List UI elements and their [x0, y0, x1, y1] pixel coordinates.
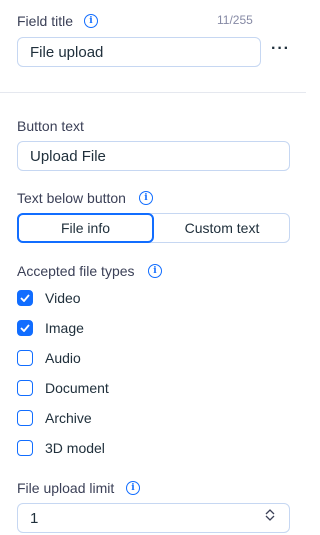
character-counter: 11/255	[217, 13, 253, 27]
segment-file-info[interactable]: File info	[17, 213, 154, 243]
video-checkbox[interactable]	[17, 290, 33, 306]
image-label: Image	[45, 320, 84, 336]
info-icon[interactable]: i	[126, 481, 140, 495]
button-text-value: Upload File	[30, 147, 106, 165]
info-icon[interactable]: i	[84, 14, 98, 28]
document-label: Document	[45, 380, 109, 396]
more-actions-button[interactable]: ···	[271, 40, 290, 58]
button-text-input[interactable]: Upload File	[17, 141, 290, 171]
accepted-file-types-label: Accepted file types	[17, 263, 135, 279]
video-label: Video	[45, 290, 81, 306]
info-icon[interactable]: i	[139, 191, 153, 205]
file-upload-limit-value: 1	[30, 509, 39, 527]
file-upload-limit-label: File upload limit	[17, 480, 115, 496]
image-checkbox[interactable]	[17, 320, 33, 336]
chevron-up-icon[interactable]	[265, 508, 275, 515]
number-stepper[interactable]	[265, 508, 275, 522]
archive-checkbox[interactable]	[17, 410, 33, 426]
button-text-label: Button text	[17, 118, 84, 134]
text-below-button-label: Text below button	[17, 190, 126, 206]
audio-label: Audio	[45, 350, 81, 366]
field-title-label: Field title	[17, 13, 74, 29]
field-title-value: File upload	[30, 43, 104, 61]
info-icon[interactable]: i	[148, 264, 162, 278]
segment-custom-text[interactable]: Custom text	[154, 213, 290, 243]
section-divider	[0, 92, 306, 93]
file-upload-limit-input[interactable]: 1	[17, 503, 290, 533]
document-checkbox[interactable]	[17, 380, 33, 396]
field-title-input[interactable]: File upload	[17, 37, 261, 67]
audio-checkbox[interactable]	[17, 350, 33, 366]
checkmark-icon	[20, 294, 30, 302]
3d-model-label: 3D model	[45, 440, 105, 456]
chevron-down-icon[interactable]	[265, 515, 275, 522]
checkmark-icon	[20, 324, 30, 332]
3d-model-checkbox[interactable]	[17, 440, 33, 456]
archive-label: Archive	[45, 410, 92, 426]
